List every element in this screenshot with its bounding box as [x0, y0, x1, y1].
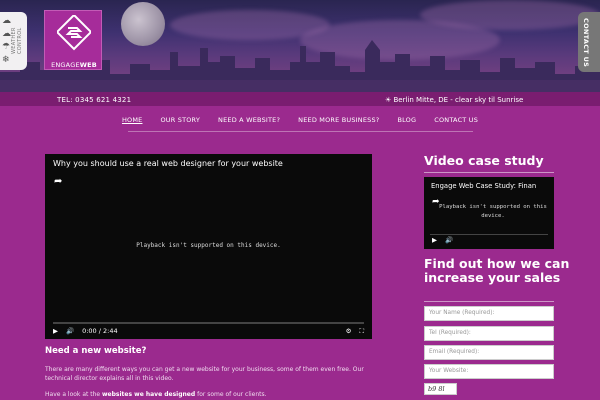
case-study-video-title[interactable]: Engage Web Case Study: Finan: [431, 182, 536, 190]
weather-control-tab[interactable]: ☁ ☁ ☂ ❄ WEATHER CONTROL: [0, 12, 27, 70]
telephone-number[interactable]: TEL: 0345 621 4321: [57, 96, 131, 104]
captcha-image: b9 8l: [424, 383, 457, 395]
main-navigation: HOME OUR STORY NEED A WEBSITE? NEED MORE…: [0, 114, 600, 130]
website-field[interactable]: Your Website:: [424, 364, 554, 379]
video-case-study-heading: Video case study: [424, 153, 544, 168]
portfolio-text-after: for some of our clients.: [195, 391, 267, 398]
case-study-video-player[interactable]: Engage Web Case Study: Finan ➦ Playback …: [424, 177, 554, 249]
tel-field[interactable]: Tel (Required):: [424, 326, 554, 341]
cloud: [420, 0, 600, 30]
case-study-playback-message: Playback isn't supported on this device.: [439, 204, 547, 219]
portfolio-text-before: Have a look at the: [45, 391, 103, 398]
play-icon[interactable]: ▶: [432, 236, 437, 244]
volume-icon[interactable]: 🔊: [445, 236, 453, 244]
play-icon[interactable]: ▶: [53, 327, 58, 335]
nav-item-home[interactable]: HOME: [113, 114, 152, 130]
video-title[interactable]: Why you should use a real web designer f…: [53, 159, 283, 168]
video-controls: ▶ 🔊 0:00 / 2:44 ⚙ ⛶: [53, 325, 364, 337]
video-time: 0:00 / 2:44: [82, 327, 118, 335]
email-field[interactable]: Email (Required):: [424, 345, 554, 360]
nav-item-need-a-website[interactable]: NEED A WEBSITE?: [209, 114, 289, 130]
nav-item-need-more-business[interactable]: NEED MORE BUSINESS?: [289, 114, 388, 130]
contact-tab-label: CONTACT US: [582, 18, 590, 68]
nav-divider: [128, 131, 473, 132]
main-content-text: Need a new website? There are many diffe…: [45, 346, 375, 400]
sidebar-divider: [424, 301, 554, 302]
volume-icon[interactable]: 🔊: [66, 327, 74, 335]
logo-text-bold: WEB: [79, 61, 97, 69]
nav-item-blog[interactable]: BLOG: [388, 114, 425, 130]
increase-sales-heading: Find out how we can increase your sales: [424, 256, 570, 285]
share-icon[interactable]: ➦: [54, 176, 62, 187]
settings-icon[interactable]: ⚙: [346, 327, 352, 336]
video-progress-bar[interactable]: [53, 322, 364, 324]
weather-control-label: WEATHER CONTROL: [11, 27, 23, 55]
fullscreen-icon[interactable]: ⛶: [359, 327, 364, 336]
section-heading: Need a new website?: [45, 346, 147, 356]
logo-mark-icon: [57, 15, 91, 51]
weather-location-status: ☀ Berlin Mitte, DE - clear sky til Sunri…: [385, 96, 524, 104]
engage-web-logo[interactable]: ENGAGEWEB: [44, 10, 102, 70]
logo-text: ENGAGEWEB: [45, 61, 103, 69]
nav-item-our-story[interactable]: OUR STORY: [151, 114, 209, 130]
logo-text-light: ENGAGE: [51, 61, 80, 69]
nav-item-contact-us[interactable]: CONTACT US: [425, 114, 487, 130]
case-study-progress-bar[interactable]: [430, 234, 548, 235]
sidebar-divider: [424, 172, 554, 173]
name-field[interactable]: Your Name (Required):: [424, 306, 554, 321]
case-study-controls: ▶ 🔊: [432, 236, 453, 244]
websites-designed-link[interactable]: websites we have designed: [102, 391, 195, 398]
main-video-player[interactable]: Why you should use a real web designer f…: [45, 154, 372, 339]
intro-paragraph: There are many different ways you can ge…: [45, 366, 364, 382]
playback-message: Playback isn't supported on this device.: [136, 242, 281, 249]
portfolio-paragraph: Have a look at the websites we have desi…: [45, 390, 375, 399]
contact-us-tab[interactable]: CONTACT US: [578, 12, 600, 72]
